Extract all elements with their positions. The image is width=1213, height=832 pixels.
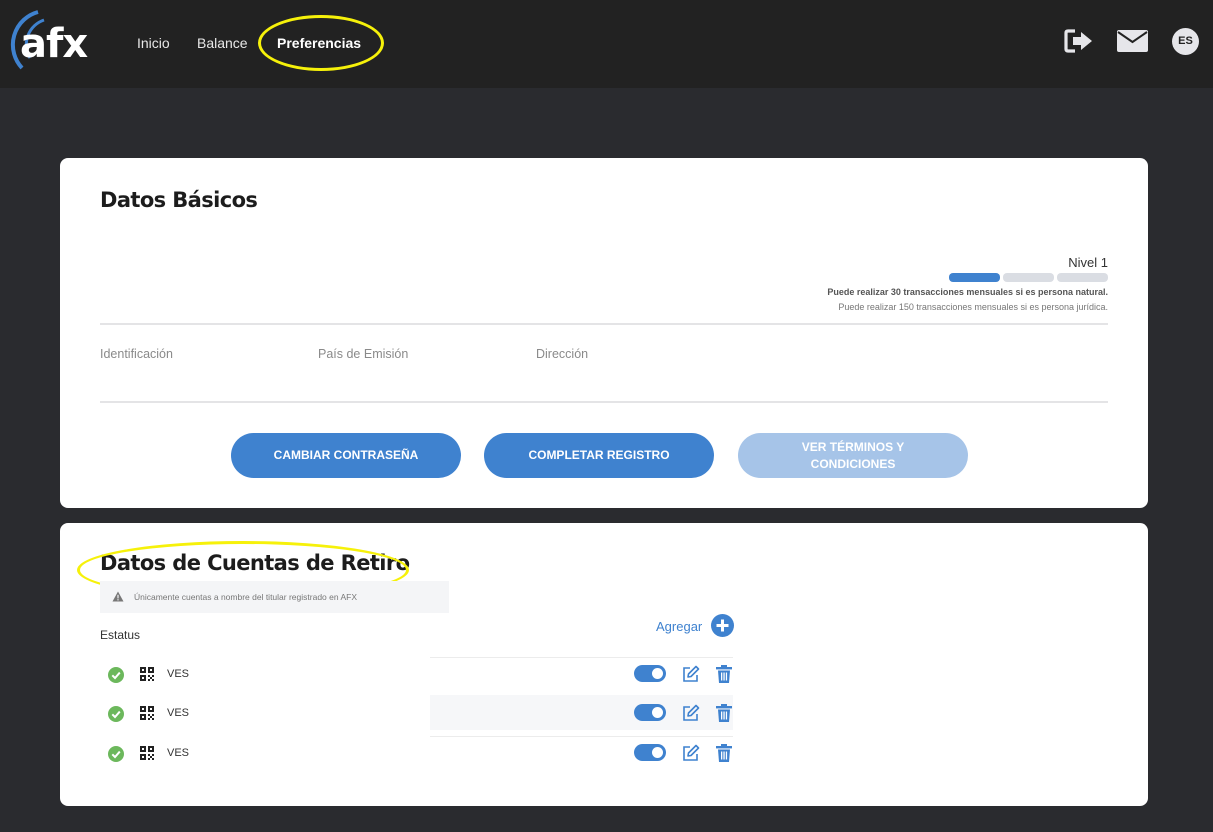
- logo-text: afx: [20, 21, 88, 67]
- top-bar: afx Inicio Balance Preferencias ES: [0, 0, 1213, 88]
- status-column-header: Estatus: [100, 628, 141, 642]
- field-pais-emision: País de Emisión: [318, 347, 409, 361]
- divider: [100, 401, 1108, 403]
- warning-icon: [112, 591, 124, 602]
- qr-code-icon: [140, 667, 154, 681]
- level-progress-segment-empty: [1003, 273, 1054, 282]
- account-currency: VES: [167, 747, 190, 759]
- trash-icon[interactable]: [716, 744, 732, 762]
- account-currency: VES: [167, 707, 190, 719]
- account-toggle[interactable]: [634, 704, 666, 721]
- table-row: VES: [100, 696, 733, 731]
- check-circle-icon[interactable]: [108, 746, 124, 762]
- qr-code-icon: [140, 746, 154, 760]
- edit-icon[interactable]: [682, 665, 700, 683]
- trash-icon[interactable]: [716, 704, 732, 722]
- check-circle-icon[interactable]: [108, 667, 124, 683]
- level-note-juridica: Puede realizar 150 transacciones mensual…: [838, 302, 1108, 312]
- nav-inicio[interactable]: Inicio: [137, 34, 170, 52]
- basic-data-title: Datos Básicos: [100, 188, 258, 212]
- complete-registration-button[interactable]: COMPLETAR REGISTRO: [484, 433, 714, 478]
- change-password-button[interactable]: CAMBIAR CONTRASEÑA: [231, 433, 461, 478]
- nav-preferencias[interactable]: Preferencias: [277, 34, 361, 52]
- table-row: VES: [100, 657, 733, 692]
- toggle-knob: [652, 668, 663, 679]
- logout-icon[interactable]: [1064, 28, 1094, 54]
- field-identificacion: Identificación: [100, 347, 173, 361]
- add-account-label[interactable]: Agregar: [656, 619, 702, 634]
- toggle-knob: [652, 747, 663, 758]
- edit-icon[interactable]: [682, 704, 700, 722]
- plus-icon: [716, 619, 729, 632]
- check-circle-icon[interactable]: [108, 706, 124, 722]
- table-row: VES: [100, 736, 733, 771]
- field-direccion: Dirección: [536, 347, 589, 361]
- nav-balance[interactable]: Balance: [197, 34, 248, 52]
- notice-text: Únicamente cuentas a nombre del titular …: [134, 592, 358, 602]
- qr-code-icon: [140, 706, 154, 720]
- afx-logo[interactable]: afx: [0, 8, 100, 70]
- account-toggle[interactable]: [634, 744, 666, 761]
- withdrawal-accounts-card: Datos de Cuentas de Retiro Únicamente cu…: [60, 523, 1148, 806]
- toggle-knob: [652, 707, 663, 718]
- terms-button[interactable]: VER TÉRMINOS Y CONDICIONES: [738, 433, 968, 478]
- level-label: Nivel 1: [1068, 255, 1108, 270]
- withdrawal-accounts-title: Datos de Cuentas de Retiro: [100, 551, 410, 575]
- level-progress-segment-filled: [949, 273, 1000, 282]
- account-toggle[interactable]: [634, 665, 666, 682]
- level-note-natural: Puede realizar 30 transacciones mensuale…: [827, 287, 1108, 297]
- envelope-icon[interactable]: [1117, 30, 1148, 52]
- notice-box: Únicamente cuentas a nombre del titular …: [100, 581, 449, 613]
- account-currency: VES: [167, 668, 190, 680]
- basic-data-card: Datos Básicos Nivel 1 Puede realizar 30 …: [60, 158, 1148, 508]
- edit-icon[interactable]: [682, 744, 700, 762]
- divider: [100, 323, 1108, 325]
- add-account-button[interactable]: [711, 614, 734, 637]
- language-selector[interactable]: ES: [1172, 28, 1199, 55]
- trash-icon[interactable]: [716, 665, 732, 683]
- level-progress-segment-empty: [1057, 273, 1108, 282]
